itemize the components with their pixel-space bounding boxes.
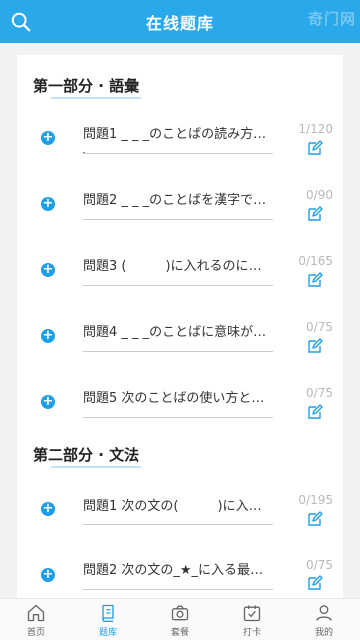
- question-row[interactable]: + 問題2 次の文の_★_に入る最も… 0/75: [17, 551, 343, 600]
- tab-check-in[interactable]: 打卡: [216, 599, 288, 640]
- progress-line: [83, 219, 273, 220]
- app-header: 在线题库 奇门网: [0, 0, 360, 43]
- edit-icon[interactable]: [307, 140, 323, 156]
- tab-home[interactable]: 首页: [0, 599, 72, 640]
- book-icon: [102, 604, 114, 622]
- tab-package[interactable]: 套餐: [144, 599, 216, 640]
- question-title[interactable]: 問題1 _ _ _のことばの読み方と…: [83, 123, 273, 142]
- question-count: 0/75: [306, 558, 333, 572]
- plus-icon[interactable]: +: [41, 395, 55, 409]
- plus-icon[interactable]: +: [41, 568, 55, 582]
- calendar-check-icon: [243, 605, 261, 622]
- question-count: 0/75: [306, 386, 333, 400]
- search-icon[interactable]: [10, 11, 32, 33]
- plus-icon[interactable]: +: [41, 197, 55, 211]
- progress-line: [83, 153, 273, 154]
- tab-label: 我的: [314, 628, 333, 638]
- edit-icon[interactable]: [307, 206, 323, 222]
- page-title: 在线题库: [145, 13, 214, 33]
- question-row[interactable]: + 問題1 次の文の( )に入れ… 0/195: [17, 486, 343, 546]
- question-bank-card: 第一部分 · 語彙 + 問題1 _ _ _のことばの読み方と… 1/120 + …: [17, 55, 343, 600]
- progress-line: [83, 285, 273, 286]
- section-title-grammar: 第二部分 · 文法: [33, 444, 141, 468]
- edit-icon[interactable]: [307, 272, 323, 288]
- question-title[interactable]: 問題1 次の文の( )に入れ…: [83, 495, 273, 514]
- person-icon: [316, 605, 332, 621]
- tab-label: 套餐: [170, 628, 189, 638]
- question-title[interactable]: 問題3 ( )に入れるのに最…: [83, 255, 273, 274]
- section-underline: [51, 466, 141, 468]
- question-title[interactable]: 問題2 次の文の_★_に入る最も…: [83, 559, 273, 578]
- tab-label: 首页: [26, 628, 45, 638]
- section-underline: [51, 97, 141, 99]
- edit-icon[interactable]: [307, 404, 323, 420]
- bottom-tab-bar: 首页 题库 套餐 打卡 我的: [0, 598, 360, 640]
- progress-line: [83, 351, 273, 352]
- plus-icon[interactable]: +: [41, 263, 55, 277]
- watermark: 奇门网: [307, 10, 356, 28]
- question-row[interactable]: + 問題5 次のことばの使い方とし… 0/75: [17, 377, 343, 437]
- edit-icon[interactable]: [307, 511, 323, 527]
- progress-line: [83, 417, 273, 418]
- question-title[interactable]: 問題5 次のことばの使い方とし…: [83, 387, 273, 406]
- tab-label: 题库: [98, 628, 117, 638]
- plus-icon[interactable]: +: [41, 329, 55, 343]
- progress-line: [83, 524, 273, 525]
- progress-line: [83, 589, 273, 590]
- question-row[interactable]: + 問題3 ( )に入れるのに最… 0/165: [17, 245, 343, 305]
- question-title[interactable]: 問題2 _ _ _のことばを漢字で書…: [83, 189, 273, 208]
- home-icon: [27, 604, 45, 622]
- question-row[interactable]: + 問題1 _ _ _のことばの読み方と… 1/120: [17, 113, 343, 173]
- plus-icon[interactable]: +: [41, 502, 55, 516]
- plus-icon[interactable]: +: [41, 131, 55, 145]
- question-row[interactable]: + 問題2 _ _ _のことばを漢字で書… 0/90: [17, 179, 343, 239]
- edit-icon[interactable]: [307, 575, 323, 591]
- tab-mine[interactable]: 我的: [288, 599, 360, 640]
- tab-question-bank[interactable]: 题库: [72, 599, 144, 640]
- edit-icon[interactable]: [307, 338, 323, 354]
- question-count: 0/195: [298, 493, 333, 507]
- question-row[interactable]: + 問題4 _ _ _のことばに意味が最… 0/75: [17, 311, 343, 371]
- question-title[interactable]: 問題4 _ _ _のことばに意味が最…: [83, 321, 273, 340]
- question-count: 0/90: [306, 188, 333, 202]
- question-count: 1/120: [298, 122, 333, 136]
- section-title-vocabulary: 第一部分 · 語彙: [33, 75, 141, 99]
- question-count: 0/165: [298, 254, 333, 268]
- tab-label: 打卡: [242, 628, 261, 638]
- camera-icon: [171, 605, 189, 621]
- question-count: 0/75: [306, 320, 333, 334]
